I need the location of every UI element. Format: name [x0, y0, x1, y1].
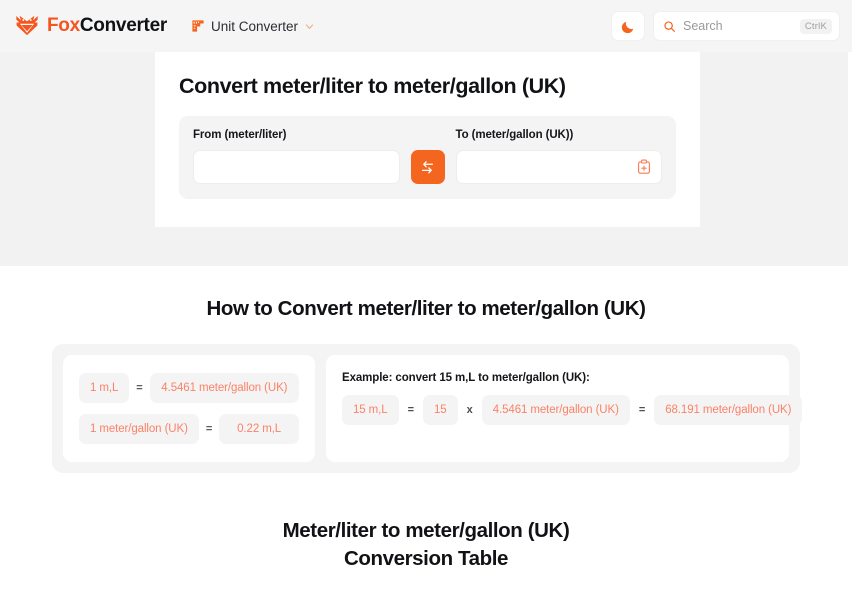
example-result-chip: 68.191 meter/gallon (UK)	[654, 395, 803, 425]
example-value-chip: 15 m,L	[342, 395, 399, 425]
moon-icon	[621, 21, 633, 33]
brand-name-fox: Fox	[47, 15, 80, 36]
hero-section: Convert meter/liter to meter/gallon (UK)…	[0, 52, 848, 266]
example-card: Example: convert 15 m,L to meter/gallon …	[326, 355, 803, 462]
search-icon	[664, 20, 675, 32]
search-input[interactable]: Search CtrlK	[653, 11, 840, 41]
formula-row: 1 m,L = 4.5461 meter/gallon (UK)	[79, 373, 299, 403]
example-factor-b-chip: 4.5461 meter/gallon (UK)	[481, 395, 630, 425]
howto-container: 1 m,L = 4.5461 meter/gallon (UK) 1 meter…	[52, 344, 803, 473]
to-label: To (meter/gallon (UK))	[455, 129, 574, 141]
howto-section: How to Convert meter/liter to meter/gall…	[0, 266, 852, 473]
formula-right-chip: 4.5461 meter/gallon (UK)	[149, 373, 299, 403]
nav-unit-converter[interactable]: Unit Converter	[191, 19, 315, 34]
from-input[interactable]	[193, 150, 400, 184]
conversion-table-title-line1: Meter/liter to meter/gallon (UK)	[282, 519, 570, 542]
formula-equals: =	[136, 382, 143, 394]
brand-name-converter: Converter	[79, 15, 167, 36]
example-label: Example: convert 15 m,L to meter/gallon …	[342, 372, 590, 384]
header-actions: Search CtrlK	[611, 11, 840, 41]
fox-logo-icon	[16, 15, 38, 36]
clipboard-plus-icon[interactable]	[636, 159, 652, 175]
formula-row: 1 meter/gallon (UK) = 0.22 m,L	[79, 414, 299, 444]
conversion-table-heading: Meter/liter to meter/gallon (UK) Convers…	[0, 517, 852, 572]
to-field-group: To (meter/gallon (UK))	[455, 129, 662, 184]
page-title: Convert meter/liter to meter/gallon (UK)	[179, 74, 566, 98]
example-equals-1: =	[407, 404, 414, 416]
swap-button-wrap	[400, 150, 456, 184]
theme-toggle-button[interactable]	[611, 11, 645, 41]
brand-name: FoxConverter	[47, 15, 167, 37]
swap-arrows-icon	[421, 160, 434, 173]
formula-left-chip: 1 m,L	[79, 373, 130, 403]
from-label: From (meter/liter)	[193, 129, 287, 141]
formula-equals: =	[205, 423, 213, 435]
example-times: x	[466, 404, 473, 416]
example-equation: 15 m,L = 15 x 4.5461 meter/gallon (UK) =…	[342, 395, 803, 425]
site-header: FoxConverter Unit Converter Search CtrlK	[0, 0, 852, 52]
converter-card: Convert meter/liter to meter/gallon (UK)…	[155, 52, 700, 227]
conversion-panel: From (meter/liter) To (meter/gallon (UK)…	[179, 116, 676, 199]
swap-units-button[interactable]	[410, 150, 445, 184]
chevron-down-icon	[305, 23, 314, 29]
example-equals-2: =	[638, 404, 646, 416]
formula-left-chip: 1 meter/gallon (UK)	[79, 414, 199, 444]
formula-card: 1 m,L = 4.5461 meter/gallon (UK) 1 meter…	[63, 355, 315, 462]
search-placeholder: Search	[683, 19, 723, 33]
brand-logo[interactable]: FoxConverter	[14, 13, 167, 39]
formula-right-chip: 0.22 m,L	[219, 414, 299, 444]
conversion-table-title-line2: Conversion Table	[343, 546, 509, 570]
to-input[interactable]	[455, 150, 662, 184]
nav-label: Unit Converter	[210, 18, 298, 34]
example-factor-a-chip: 15	[423, 395, 458, 425]
ruler-icon	[192, 20, 204, 32]
howto-title: How to Convert meter/liter to meter/gall…	[206, 297, 646, 320]
search-shortcut-badge: CtrlK	[799, 18, 832, 34]
from-field-group: From (meter/liter)	[193, 129, 400, 184]
